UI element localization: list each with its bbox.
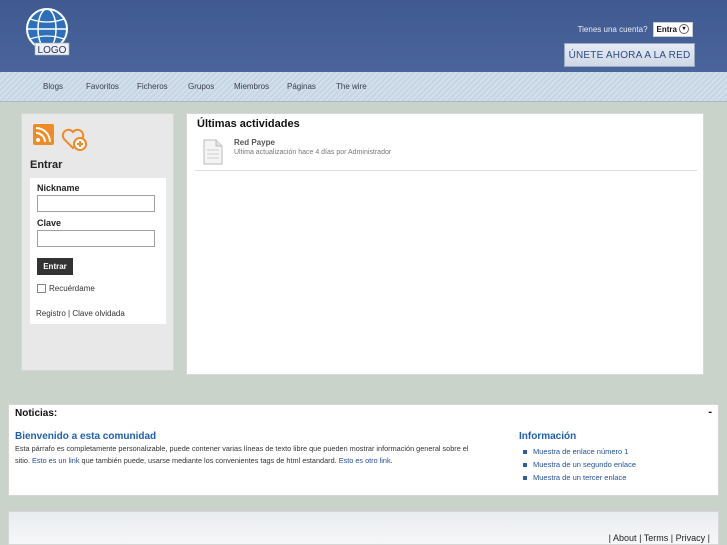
nav-item-favoritos[interactable]: Favoritos (86, 82, 119, 91)
remember-me[interactable]: Recuérdame (37, 284, 95, 293)
info-link-3-label: Muestra de un tercer enlace (533, 473, 627, 482)
site-footer: | About | Terms | Privacy | (8, 511, 719, 545)
info-title: Información (519, 431, 577, 442)
info-link-3[interactable]: Muestra de un tercer enlace (523, 471, 636, 484)
nav-item-blogs[interactable]: Blogs (43, 82, 63, 91)
footer-links: | About | Terms | Privacy | (609, 533, 710, 543)
news-body-text-3: . (390, 456, 393, 465)
nav-item-miembros[interactable]: Miembros (234, 82, 269, 91)
nav-item-paginas[interactable]: Páginas (287, 82, 316, 91)
news-title: Noticias: (15, 408, 58, 419)
activity-title: Últimas actividades (197, 118, 300, 130)
nav-item-the-wire[interactable]: The wire (336, 82, 367, 91)
activity-item-subtitle: Ultima actualización hace 4 días por Adm… (234, 149, 392, 156)
sidebar: Entrar Nickname Clave Entrar Recuérdame … (21, 113, 174, 371)
footer-about-link[interactable]: About (613, 533, 637, 543)
logo-text: LOGO (38, 45, 67, 56)
nickname-input[interactable] (37, 195, 155, 212)
main-nav: Blogs Favoritos Ficheros Grupos Miembros… (0, 72, 727, 102)
register-link[interactable]: Registro (36, 309, 66, 318)
news-headline: Bienvenido a esta comunidad (15, 431, 157, 442)
news-link-1[interactable]: Esto es un link (32, 456, 79, 465)
rss-icon[interactable] (33, 124, 54, 145)
info-link-2[interactable]: Muestra de un segundo enlace (523, 458, 636, 471)
login-dropdown-label: Entra (656, 24, 677, 34)
nickname-label: Nickname (37, 183, 80, 193)
password-label: Clave (37, 218, 62, 228)
footer-sep: | (639, 533, 642, 543)
password-input[interactable] (37, 230, 155, 247)
nav-item-grupos[interactable]: Grupos (188, 82, 214, 91)
forgot-password-link[interactable]: Clave olvidada (72, 309, 124, 318)
link-separator: | (68, 309, 71, 318)
collapse-toggle[interactable]: - (708, 406, 712, 418)
footer-sep: | (670, 533, 674, 543)
news-body: Esta párrafo es completamente personaliz… (15, 443, 485, 467)
activity-item-name[interactable]: Red Paype (234, 138, 275, 147)
activity-divider (195, 170, 697, 171)
nav-item-ficheros[interactable]: Ficheros (137, 82, 168, 91)
login-submit-button[interactable]: Entrar (37, 258, 73, 275)
news-body-text-2: que también puede, usarse mediante los c… (79, 456, 339, 465)
bullet-icon (523, 449, 527, 454)
site-header: LOGO Tienes una cuenta? Entra ▾ ÚNETE AH… (0, 0, 727, 72)
info-link-2-label: Muestra de un segundo enlace (533, 460, 636, 469)
login-dropdown[interactable]: Entra ▾ (652, 21, 693, 37)
globe-icon: LOGO (26, 8, 70, 56)
chevron-down-icon: ▾ (679, 24, 689, 34)
footer-sep: | (707, 533, 710, 543)
join-button[interactable]: ÚNETE AHORA A LA RED (564, 43, 695, 67)
login-title: Entrar (30, 159, 63, 171)
document-icon (202, 139, 224, 165)
footer-privacy-link[interactable]: Privacy (676, 533, 706, 543)
info-list: Muestra de enlace número 1 Muestra de un… (523, 445, 636, 484)
bullet-icon (523, 475, 527, 480)
footer-sep: | (608, 533, 611, 543)
news-panel: Noticias: - Bienvenido a esta comunidad … (8, 404, 719, 496)
login-form: Nickname Clave Entrar Recuérdame (30, 178, 166, 324)
bullet-icon (523, 462, 527, 467)
account-bar: Tienes una cuenta? Entra ▾ (578, 21, 693, 37)
info-link-1[interactable]: Muestra de enlace número 1 (523, 445, 636, 458)
remember-checkbox[interactable] (37, 284, 46, 293)
login-links: Registro | Clave olvidada (36, 309, 125, 318)
account-question: Tienes una cuenta? (577, 24, 648, 34)
info-link-1-label: Muestra de enlace número 1 (533, 447, 629, 456)
site-logo[interactable]: LOGO (22, 7, 72, 57)
news-link-2[interactable]: Esto es otro link (339, 456, 391, 465)
heart-add-icon[interactable] (61, 126, 87, 152)
activity-panel: Últimas actividades Red Paype Ultima act… (186, 113, 704, 375)
remember-label: Recuérdame (49, 284, 95, 293)
footer-terms-link[interactable]: Terms (644, 533, 669, 543)
